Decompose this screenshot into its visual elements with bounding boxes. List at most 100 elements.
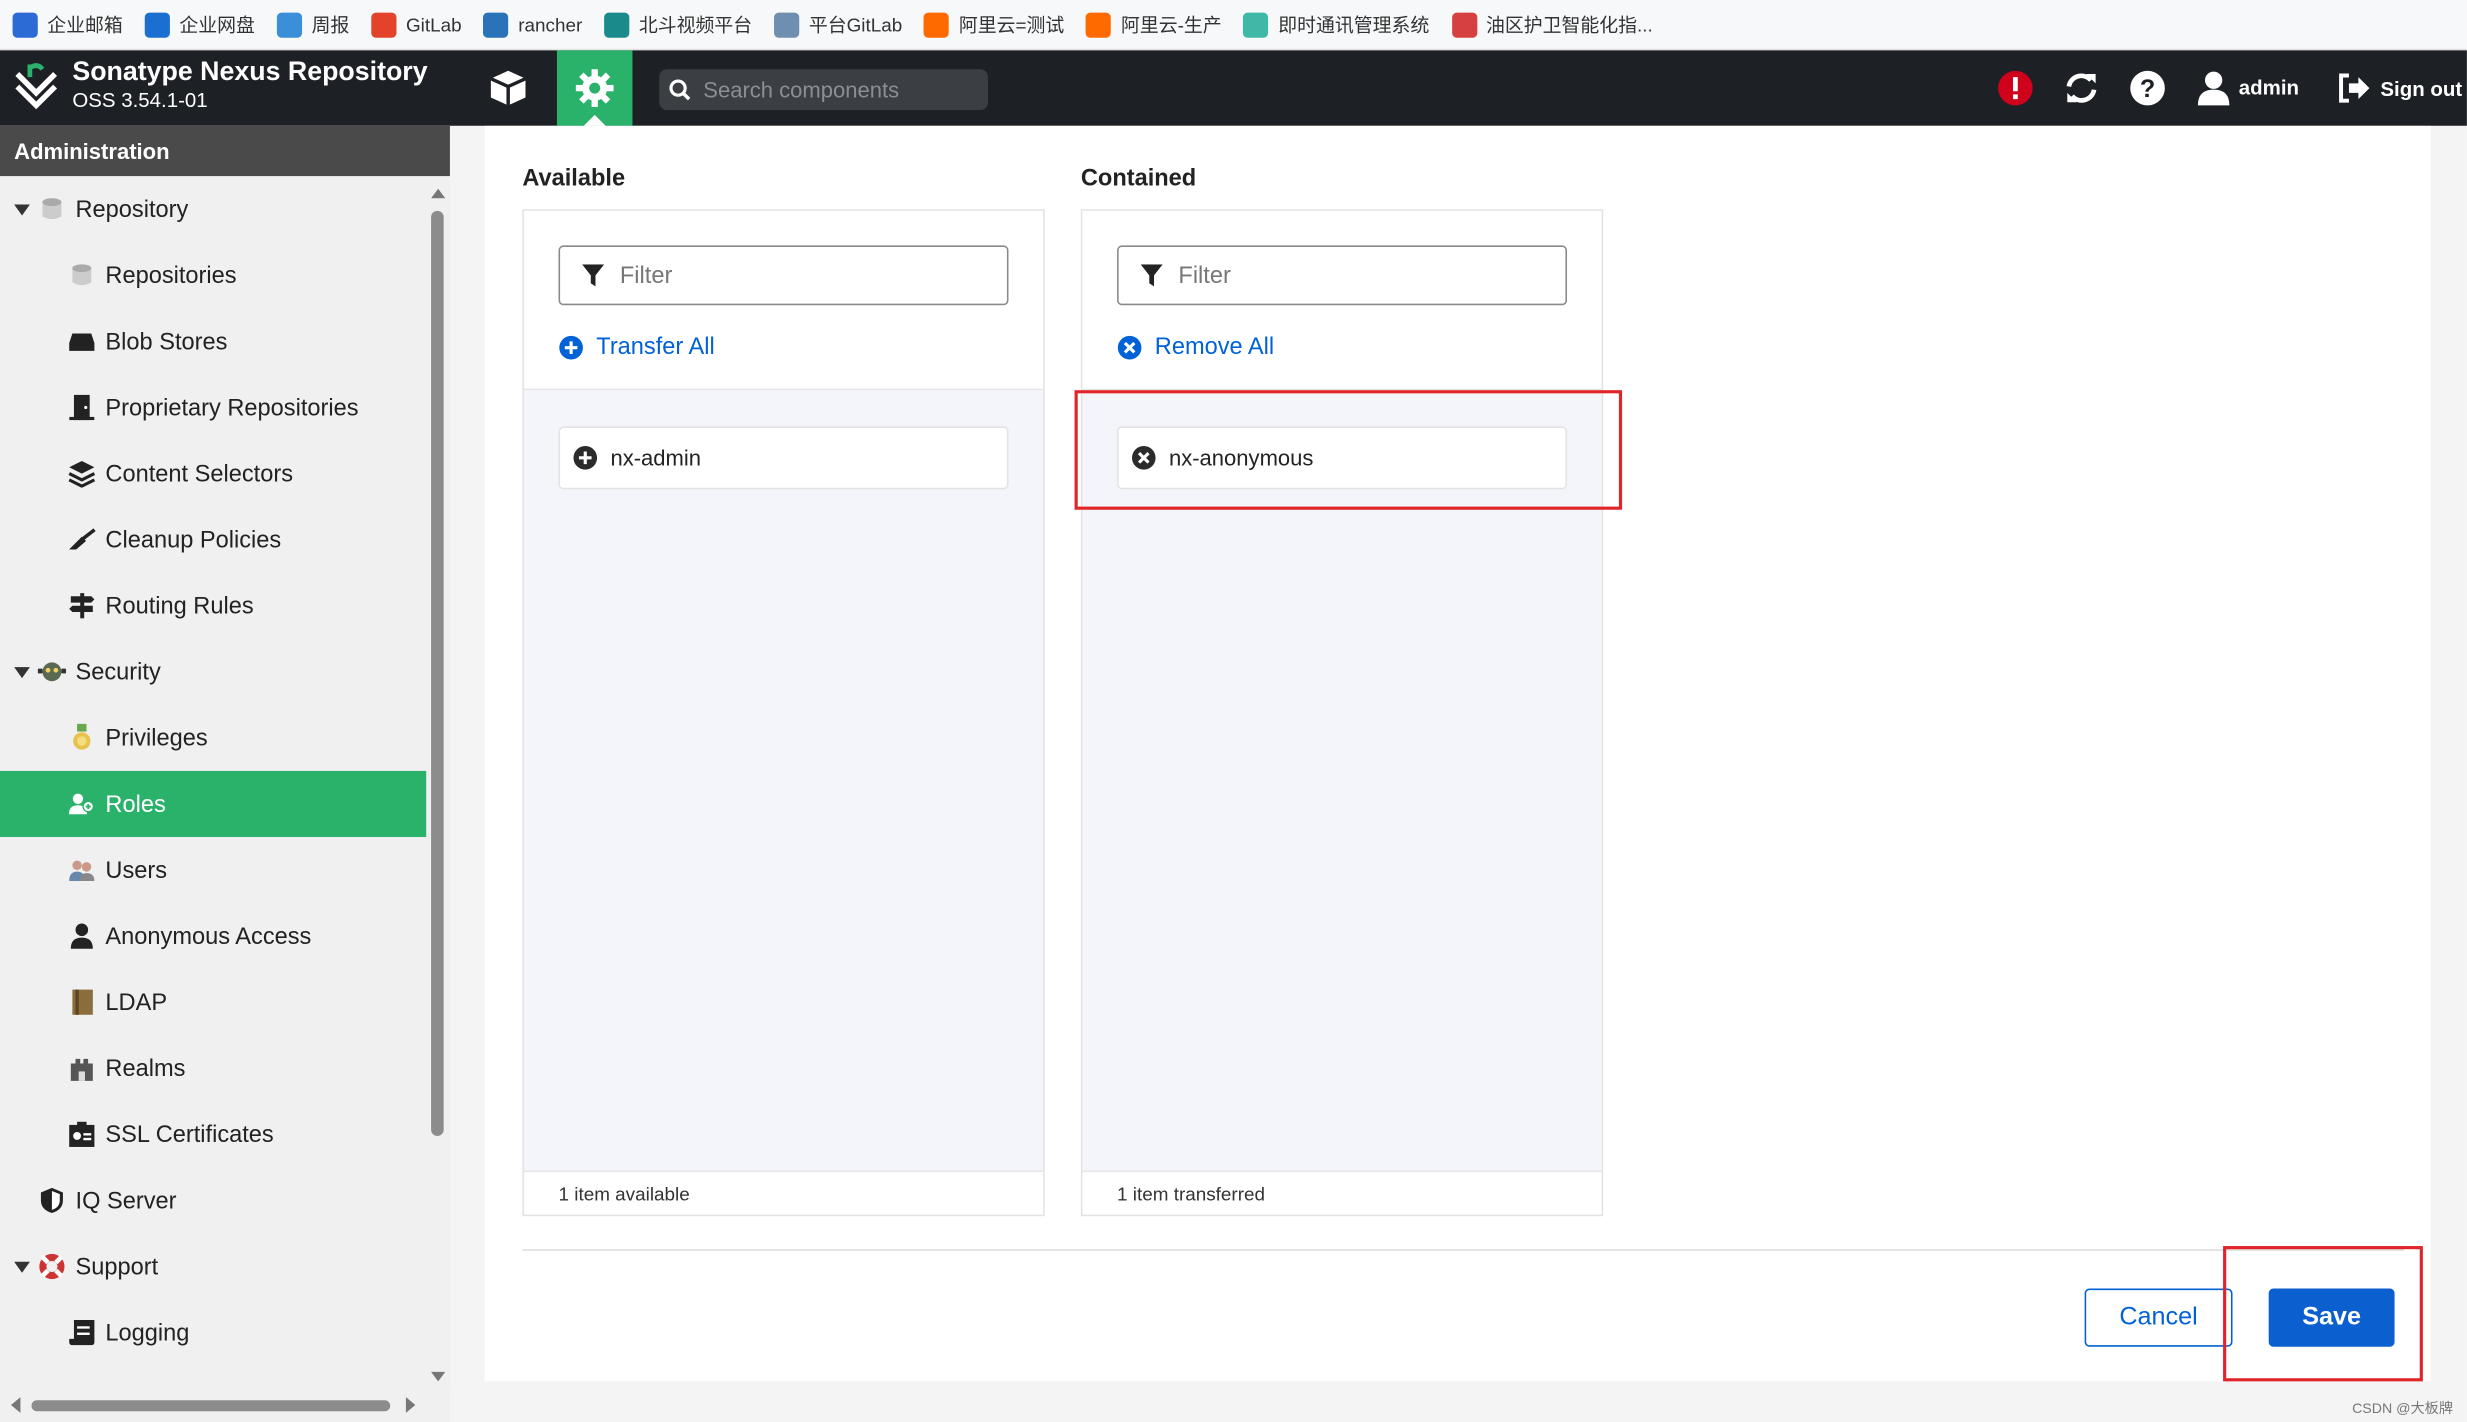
- refresh-button[interactable]: [2063, 69, 2101, 107]
- sidebar-item-label: LDAP: [105, 988, 168, 1016]
- sidebar-item-label: Security: [75, 658, 161, 686]
- sidebar-item-roles[interactable]: Roles: [0, 770, 427, 837]
- sidebar-item-repository[interactable]: Repository: [0, 176, 426, 242]
- bookmark-item[interactable]: 企业网盘: [144, 11, 255, 38]
- current-user[interactable]: admin: [2239, 76, 2299, 100]
- sidebar-item-label: Logging: [105, 1319, 190, 1346]
- sidebar-item-label: Routing Rules: [105, 592, 254, 620]
- sidebar-item-privileges[interactable]: Privileges: [0, 705, 426, 771]
- sidebar-item-realms[interactable]: Realms: [0, 1035, 426, 1101]
- sidebar-item-support[interactable]: Support: [0, 1233, 426, 1299]
- database-icon: [68, 261, 96, 289]
- sidebar-item-label: Privileges: [105, 724, 208, 752]
- hdd-icon: [68, 327, 96, 355]
- filter-icon: [1140, 263, 1163, 286]
- available-filter[interactable]: [558, 245, 1009, 306]
- contained-count: 1 item transferred: [1082, 1170, 1602, 1215]
- contained-title: Contained: [1080, 165, 1197, 192]
- available-filter-input[interactable]: [616, 260, 979, 291]
- sidebar-item-ldap[interactable]: LDAP: [0, 969, 426, 1035]
- feather-icon: [276, 11, 303, 37]
- sidebar-item-label: IQ Server: [75, 1187, 177, 1214]
- sidebar-item-repositories[interactable]: Repositories: [0, 242, 426, 308]
- bookmarks-bar: 企业邮箱 企业网盘 周报 GitLab rancher 北斗视频平台 平台GitLab 阿里云…: [0, 0, 2467, 51]
- bookmark-item[interactable]: 周报: [276, 11, 350, 38]
- sidebar-item-label: Blob Stores: [105, 328, 228, 355]
- sidebar-item-label: Content Selectors: [105, 460, 294, 487]
- alert-button[interactable]: [1997, 69, 2035, 107]
- aliyun-icon: [924, 11, 950, 37]
- bookmark-item[interactable]: 企业邮箱: [12, 11, 123, 38]
- sidebar: Administration Repository Repositories Blo…: [0, 125, 450, 1422]
- sidebar-item-blob-stores[interactable]: Blob Stores: [0, 308, 426, 374]
- expand-caret-icon[interactable]: [14, 1261, 30, 1273]
- sidebar-item-logs[interactable]: Logs: [0, 1366, 426, 1387]
- lifebuoy-icon: [38, 1252, 66, 1280]
- shield-icon: [38, 1186, 66, 1214]
- bookmark-item[interactable]: GitLab: [371, 11, 462, 37]
- top-header: Sonatype Nexus Repository OSS 3.54.1-01: [0, 50, 2467, 126]
- product-version: OSS 3.54.1-01: [72, 88, 208, 112]
- bookmark-label: 即时通讯管理系统: [1278, 14, 1430, 37]
- sidebar-item-label: Roles: [105, 790, 166, 818]
- search-box[interactable]: [659, 69, 989, 111]
- contained-list: Remove All nx-anonymous 1 item transferr…: [1080, 209, 1604, 1217]
- sidebar-item-users[interactable]: Users: [0, 837, 426, 903]
- contained-filter[interactable]: [1117, 245, 1568, 306]
- realm-icon: [68, 1054, 96, 1082]
- available-item-nx-admin[interactable]: nx-admin: [558, 426, 1009, 490]
- transfer-all-button[interactable]: Transfer All: [559, 334, 715, 360]
- medal-icon: [68, 723, 96, 752]
- sidebar-item-content-selectors[interactable]: Content Selectors: [0, 441, 426, 507]
- rancher-icon: [483, 11, 509, 37]
- sidebar-item-label: Logs: [105, 1385, 156, 1387]
- sidebar-item-cleanup-policies[interactable]: Cleanup Policies: [0, 507, 426, 573]
- contained-filter-input[interactable]: [1175, 260, 1538, 291]
- bookmark-item[interactable]: 油区护卫智能化指...: [1451, 11, 1653, 38]
- sidebar-item-anonymous-access[interactable]: Anonymous Access: [0, 903, 426, 969]
- sidebar-item-security[interactable]: Security: [0, 639, 426, 705]
- sidebar-title: Administration: [0, 125, 450, 177]
- expand-caret-icon[interactable]: [14, 666, 30, 678]
- browse-button[interactable]: [472, 50, 544, 126]
- bookmark-item[interactable]: 即时通讯管理系统: [1243, 11, 1430, 38]
- cancel-button[interactable]: Cancel: [2084, 1288, 2233, 1347]
- bookmark-item[interactable]: 北斗视频平台: [604, 11, 752, 38]
- sidebar-item-iq-server[interactable]: IQ Server: [0, 1167, 426, 1233]
- database-icon: [38, 195, 66, 223]
- cube-icon: [490, 70, 527, 106]
- sidebar-item-label: Users: [105, 856, 168, 884]
- remove-circle-icon: [1117, 335, 1142, 359]
- expand-caret-icon[interactable]: [14, 203, 30, 215]
- bookmark-item[interactable]: 平台GitLab: [774, 11, 902, 38]
- sidebar-vertical-scrollbar[interactable]: [426, 176, 450, 1388]
- bookmark-item[interactable]: 阿里云-生产: [1086, 11, 1222, 38]
- sidebar-horizontal-scrollbar[interactable]: [0, 1390, 427, 1420]
- sidebar-item-ssl-certificates[interactable]: SSL Certificates: [0, 1101, 426, 1167]
- help-button[interactable]: ?: [2129, 69, 2167, 107]
- alert-icon: [1998, 70, 2033, 106]
- sign-out-button[interactable]: Sign out: [2336, 72, 2462, 103]
- sidebar-item-label: SSL Certificates: [105, 1120, 274, 1148]
- sidebar-item-routing-rules[interactable]: Routing Rules: [0, 573, 426, 639]
- sidebar-item-logging[interactable]: Logging: [0, 1300, 426, 1366]
- bookmark-label: 北斗视频平台: [638, 14, 753, 37]
- bookmark-item[interactable]: 阿里云=测试: [924, 11, 1064, 38]
- brand[interactable]: Sonatype Nexus Repository OSS 3.54.1-01: [13, 57, 428, 114]
- gitlab-icon: [371, 11, 397, 37]
- bookmark-item[interactable]: rancher: [483, 11, 582, 37]
- search-input[interactable]: [700, 75, 984, 104]
- bookmark-label: 企业邮箱: [47, 14, 123, 37]
- remove-all-button[interactable]: Remove All: [1117, 334, 1274, 360]
- form-divider: [522, 1249, 2405, 1251]
- user-icon: [68, 922, 96, 950]
- sidebar-item-label: Cleanup Policies: [105, 526, 282, 554]
- gitlab-alt-icon: [774, 11, 800, 37]
- highlight-save-button: [2223, 1246, 2423, 1382]
- user-icon: [2197, 71, 2230, 106]
- sidebar-hscroll-thumb[interactable]: [31, 1400, 391, 1412]
- sidebar-scroll-thumb[interactable]: [431, 210, 444, 1136]
- sidebar-item-proprietary-repositories[interactable]: Proprietary Repositories: [0, 374, 426, 440]
- user-menu-button[interactable]: [2195, 69, 2233, 107]
- bookmark-label: 周报: [311, 14, 350, 37]
